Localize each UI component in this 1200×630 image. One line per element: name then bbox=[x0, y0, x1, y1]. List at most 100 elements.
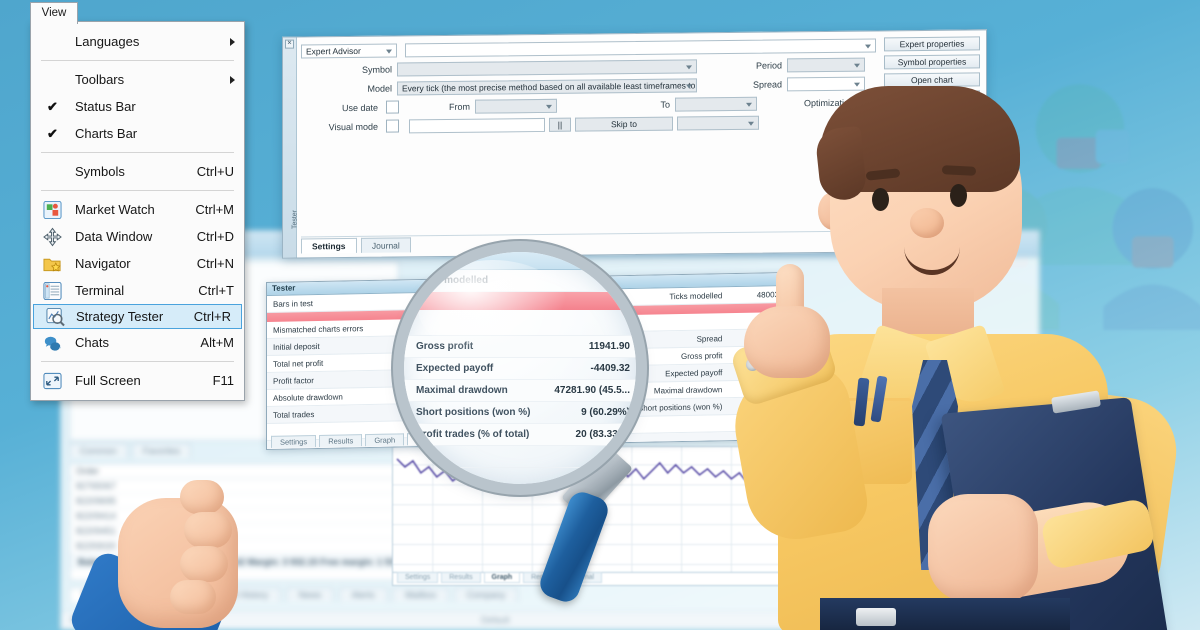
pause-button[interactable]: || bbox=[549, 117, 571, 132]
visual-mode-checkbox[interactable] bbox=[386, 119, 399, 133]
menu-item-accelerator: Ctrl+T bbox=[198, 283, 234, 298]
magnified-value: 9 (60.29%) bbox=[581, 407, 630, 418]
status-default-label: Default bbox=[481, 615, 510, 625]
report-tab-results[interactable]: Results bbox=[319, 434, 363, 447]
character-eye-left bbox=[872, 188, 889, 211]
from-label: From bbox=[449, 101, 470, 112]
character-hair bbox=[820, 86, 1020, 192]
navigator-tab-favorites[interactable]: Favorites bbox=[132, 443, 192, 458]
menu-item-label: Charts Bar bbox=[75, 126, 138, 141]
belt-buckle-icon bbox=[856, 608, 896, 626]
magnified-row bbox=[404, 310, 636, 336]
menu-item-terminal[interactable]: Terminal Ctrl+T bbox=[31, 277, 244, 304]
magnified-highlight-bar bbox=[404, 292, 636, 310]
from-date-value bbox=[476, 99, 556, 102]
expert-type-value: Expert Advisor bbox=[306, 45, 361, 56]
navigator-tab-common[interactable]: Common bbox=[69, 443, 128, 458]
menu-item-languages[interactable]: Languages bbox=[31, 28, 244, 55]
menu-item-accelerator: Ctrl+N bbox=[196, 256, 234, 271]
character-pointing-hand bbox=[738, 264, 834, 378]
menu-item-label: Strategy Tester bbox=[76, 309, 164, 324]
magnified-row: Maximal drawdown 47281.90 (45.5... bbox=[404, 380, 636, 402]
model-value: Every tick (the most precise method base… bbox=[402, 79, 696, 93]
skip-to-button[interactable]: Skip to bbox=[575, 116, 673, 132]
menu-item-label: Terminal bbox=[75, 283, 125, 298]
model-label: Model bbox=[367, 83, 392, 94]
chevron-right-icon bbox=[230, 75, 235, 84]
symbol-select[interactable] bbox=[397, 58, 697, 76]
character-eyebrow-right bbox=[941, 165, 977, 176]
menu-separator bbox=[41, 361, 234, 362]
menu-item-data-window[interactable]: Data Window Ctrl+D bbox=[31, 223, 244, 250]
menu-item-toolbars[interactable]: Toolbars bbox=[31, 66, 244, 93]
magnified-report-content: Ticks modelled 48003 Gross profit 11941.… bbox=[404, 252, 636, 484]
navigator-tabs: Common Favorites bbox=[69, 443, 193, 458]
finger-ring bbox=[180, 546, 228, 582]
menu-item-label: Symbols bbox=[75, 164, 125, 179]
pause-label: || bbox=[557, 119, 563, 130]
symbol-label: Symbol bbox=[361, 64, 392, 75]
magnified-key: Ticks modelled bbox=[416, 275, 489, 286]
skip-to-label: Skip to bbox=[611, 118, 637, 129]
visual-speed-value bbox=[410, 118, 544, 121]
terminal-tab-alerts[interactable]: Alerts bbox=[338, 587, 388, 602]
menu-item-status-bar[interactable]: ✔ Status Bar bbox=[31, 93, 244, 120]
menu-item-chats[interactable]: Chats Alt+M bbox=[31, 329, 244, 356]
menu-item-symbols[interactable]: Symbols Ctrl+U bbox=[31, 158, 244, 185]
finger-index bbox=[180, 480, 224, 514]
use-date-label: Use date bbox=[341, 102, 378, 113]
magnified-key: Maximal drawdown bbox=[416, 385, 508, 396]
tester-tab-settings[interactable]: Settings bbox=[301, 237, 357, 254]
menu-item-strategy-tester[interactable]: Strategy Tester Ctrl+R bbox=[33, 304, 242, 329]
menu-item-accelerator: F11 bbox=[212, 373, 234, 388]
magnified-row: Short positions (won %) 9 (60.29%) bbox=[404, 402, 636, 424]
terminal-tab-news[interactable]: News bbox=[285, 587, 335, 602]
menu-item-accelerator: Ctrl+D bbox=[196, 229, 234, 244]
menu-item-full-screen[interactable]: Full Screen F11 bbox=[31, 367, 244, 394]
from-date-input[interactable] bbox=[475, 98, 557, 114]
magnifier-lens: Ticks modelled 48003 Gross profit 11941.… bbox=[404, 252, 636, 484]
menu-item-accelerator: Ctrl+M bbox=[195, 202, 234, 217]
menu-item-label: Data Window bbox=[75, 229, 153, 244]
close-icon[interactable]: ✕ bbox=[285, 39, 294, 49]
magnified-value: -4409.32 bbox=[590, 363, 630, 374]
menu-item-label: Full Screen bbox=[75, 373, 141, 388]
menu-item-navigator[interactable]: Navigator Ctrl+N bbox=[31, 250, 244, 277]
terminal-icon bbox=[43, 281, 62, 300]
checkmark-icon: ✔ bbox=[47, 98, 58, 114]
chats-icon bbox=[43, 333, 62, 352]
terminal-col-order: Order bbox=[76, 466, 100, 476]
use-date-checkbox[interactable] bbox=[386, 100, 399, 114]
tester-rail-label: Tester bbox=[291, 209, 299, 230]
strategy-tester-icon bbox=[46, 307, 65, 326]
magnified-value: 11941.90 bbox=[588, 341, 630, 352]
magnified-row: Profit trades (% of total) 20 (83.33%) bbox=[404, 424, 636, 446]
magnified-key: Profit trades (% of total) bbox=[416, 429, 530, 440]
magnified-value: 48003 bbox=[602, 275, 630, 286]
menubar-view-tab[interactable]: View bbox=[30, 2, 78, 24]
menu-item-charts-bar[interactable]: ✔ Charts Bar bbox=[31, 120, 244, 147]
magnifier-handle[interactable] bbox=[536, 488, 612, 606]
magnified-value: 47281.90 (45.5... bbox=[554, 385, 630, 396]
data-window-icon bbox=[43, 227, 62, 246]
report-tab-settings[interactable]: Settings bbox=[271, 435, 317, 448]
report-tab-graph[interactable]: Graph bbox=[365, 433, 405, 447]
character-illustration bbox=[660, 42, 1200, 630]
fullscreen-icon bbox=[43, 371, 62, 390]
character-eye-right bbox=[950, 184, 967, 207]
view-dropdown-menu: Languages Toolbars ✔ Status Bar ✔ Charts… bbox=[30, 21, 245, 401]
expert-type-select[interactable]: Expert Advisor bbox=[301, 42, 397, 58]
tester-tab-journal[interactable]: Journal bbox=[360, 237, 411, 253]
model-select[interactable]: Every tick (the most precise method base… bbox=[397, 77, 697, 95]
menu-item-label: Status Bar bbox=[75, 99, 136, 114]
menu-item-market-watch[interactable]: Market Watch Ctrl+M bbox=[31, 196, 244, 223]
menu-item-label: Languages bbox=[75, 34, 140, 49]
visual-speed-slider[interactable] bbox=[409, 117, 545, 133]
menu-item-label: Navigator bbox=[75, 256, 131, 271]
checkmark-icon: ✔ bbox=[47, 125, 58, 141]
visual-mode-label: Visual mode bbox=[328, 121, 378, 132]
pointing-fist bbox=[744, 306, 830, 378]
tester-settings-tabs: Settings Journal bbox=[301, 237, 413, 254]
market-watch-icon bbox=[43, 200, 62, 219]
magnified-titlebar bbox=[404, 252, 636, 270]
